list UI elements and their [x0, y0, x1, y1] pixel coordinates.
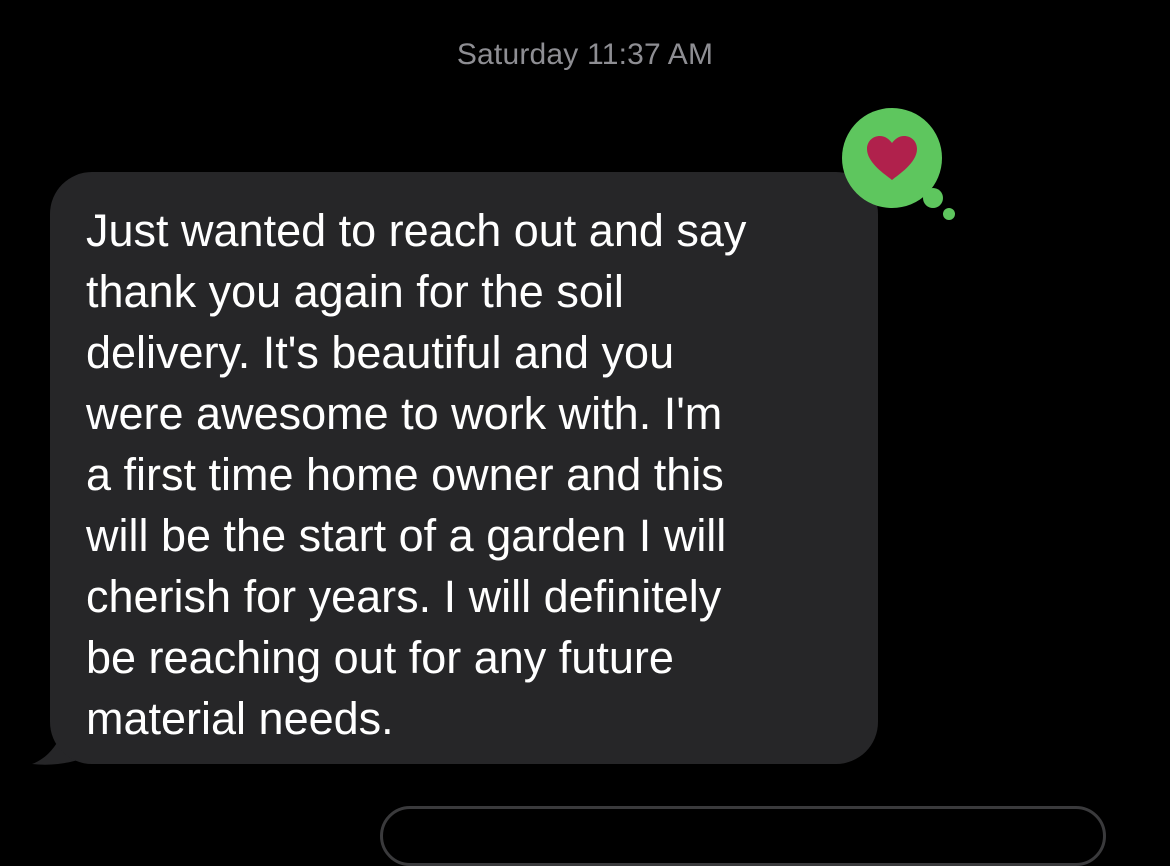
message-timestamp: Saturday 11:37 AM: [456, 38, 714, 71]
message-input-bar[interactable]: [380, 806, 1106, 866]
incoming-message[interactable]: Just wanted to reach out and say thank y…: [30, 172, 880, 768]
message-text: Just wanted to reach out and say thank y…: [86, 205, 747, 744]
heart-tapback[interactable]: [840, 106, 960, 226]
message-bubble[interactable]: Just wanted to reach out and say thank y…: [50, 172, 878, 764]
tapback-tail-dot-small: [943, 208, 955, 220]
tapback-tail-dot-large: [923, 188, 943, 208]
